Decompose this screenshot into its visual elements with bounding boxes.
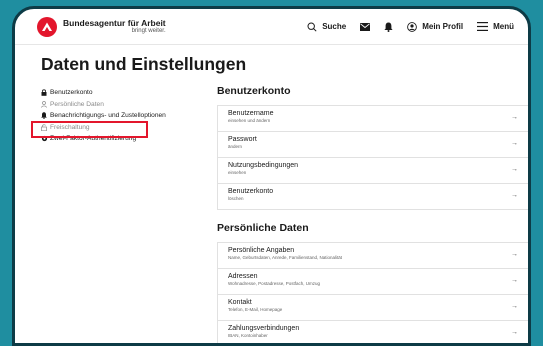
browser-frame: Bundesagentur für Arbeit bringt weiter. … (12, 6, 531, 346)
sidebar-item-persoenliche-daten[interactable]: Persönliche Daten (41, 99, 211, 111)
row-sublabel: Name, Geburtsdaten, Anrede, Familienstan… (228, 255, 343, 260)
section-title-persoenliche-daten: Persönliche Daten (217, 222, 309, 234)
sidebar-item-label: Benutzerkonto (50, 89, 93, 97)
notifications-button[interactable] (384, 22, 393, 32)
menu-label: Menü (493, 22, 514, 31)
list-item[interactable]: Nutzungsbedingungen einsehen → (218, 158, 528, 184)
row-label: Passwort (228, 136, 257, 143)
row-label: Benutzerkonto (228, 188, 274, 195)
menu-button[interactable]: Menü (477, 22, 514, 31)
list-item[interactable]: Benutzername einsehen und ändern → (218, 106, 528, 132)
sidebar-item-benachrichtigungen[interactable]: Benachrichtigungs- und Zustelloptionen (41, 110, 211, 122)
bell-icon (384, 22, 393, 32)
mail-icon (360, 22, 371, 31)
main-content: Benutzerkonto Benutzername einsehen und … (205, 79, 528, 343)
row-sublabel: einsehen (228, 170, 247, 175)
profile-label: Mein Profil (422, 22, 464, 31)
row-label: Zahlungsverbindungen (228, 325, 300, 332)
brand-name: Bundesagentur für Arbeit (63, 17, 166, 28)
sidebar-item-benutzerkonto[interactable]: Benutzerkonto (41, 87, 211, 99)
profile-button[interactable]: Mein Profil (407, 21, 464, 32)
row-sublabel: Wohnadresse, Postadresse, Postfach, Umzu… (228, 281, 320, 286)
user-icon (407, 21, 418, 32)
row-sublabel: ändern (228, 144, 243, 149)
person-icon (41, 100, 50, 108)
sidebar-item-label: Benachrichtigungs- und Zustelloptionen (50, 112, 166, 120)
hamburger-icon (477, 22, 489, 31)
mail-button[interactable] (360, 22, 371, 31)
arrow-right-icon: → (511, 277, 518, 284)
bell-icon (41, 112, 50, 120)
arrow-right-icon: → (511, 140, 518, 147)
search-icon (307, 21, 317, 32)
arrow-right-icon: → (511, 329, 518, 336)
ba-logo-icon[interactable] (37, 16, 57, 37)
page-title: Daten und Einstellungen (41, 54, 247, 74)
row-label: Kontakt (228, 299, 252, 306)
highlight-box (31, 121, 148, 138)
list-item[interactable]: Kontakt Telefon, E-Mail, Homepage → (218, 295, 528, 321)
row-sublabel: Telefon, E-Mail, Homepage (228, 307, 283, 312)
search-button[interactable]: Suche (307, 21, 347, 32)
brand-tagline: bringt weiter. (131, 28, 166, 35)
row-sublabel: löschen (228, 196, 244, 201)
settings-list-persoenliche-daten: Persönliche Angaben Name, Geburtsdaten, … (217, 242, 528, 343)
list-item[interactable]: Passwort ändern → (218, 132, 528, 158)
settings-list-benutzerkonto: Benutzername einsehen und ändern → Passw… (217, 105, 528, 210)
row-label: Nutzungsbedingungen (228, 162, 299, 169)
header: Bundesagentur für Arbeit bringt weiter. … (15, 9, 528, 45)
arrow-right-icon: → (511, 114, 518, 121)
arrow-right-icon: → (511, 192, 518, 199)
row-sublabel: einsehen und ändern (228, 118, 271, 123)
row-label: Benutzername (228, 110, 274, 117)
sidebar-item-label: Persönliche Daten (50, 100, 104, 108)
list-item[interactable]: Zahlungsverbindungen IBAN, Kontoinhaber … (218, 321, 528, 343)
list-item[interactable]: Adressen Wohnadresse, Postadresse, Postf… (218, 269, 528, 295)
arrow-right-icon: → (511, 251, 518, 258)
arrow-right-icon: → (511, 303, 518, 310)
brand[interactable]: Bundesagentur für Arbeit bringt weiter. (63, 19, 166, 35)
row-sublabel: IBAN, Kontoinhaber (228, 333, 268, 338)
arrow-right-icon: → (511, 166, 518, 173)
list-item[interactable]: Persönliche Angaben Name, Geburtsdaten, … (218, 243, 528, 269)
lock-icon (41, 89, 50, 97)
search-label: Suche (322, 22, 347, 31)
row-label: Adressen (228, 273, 258, 280)
list-item[interactable]: Benutzerkonto löschen → (218, 184, 528, 210)
section-title-benutzerkonto: Benutzerkonto (217, 85, 291, 97)
row-label: Persönliche Angaben (228, 247, 295, 254)
